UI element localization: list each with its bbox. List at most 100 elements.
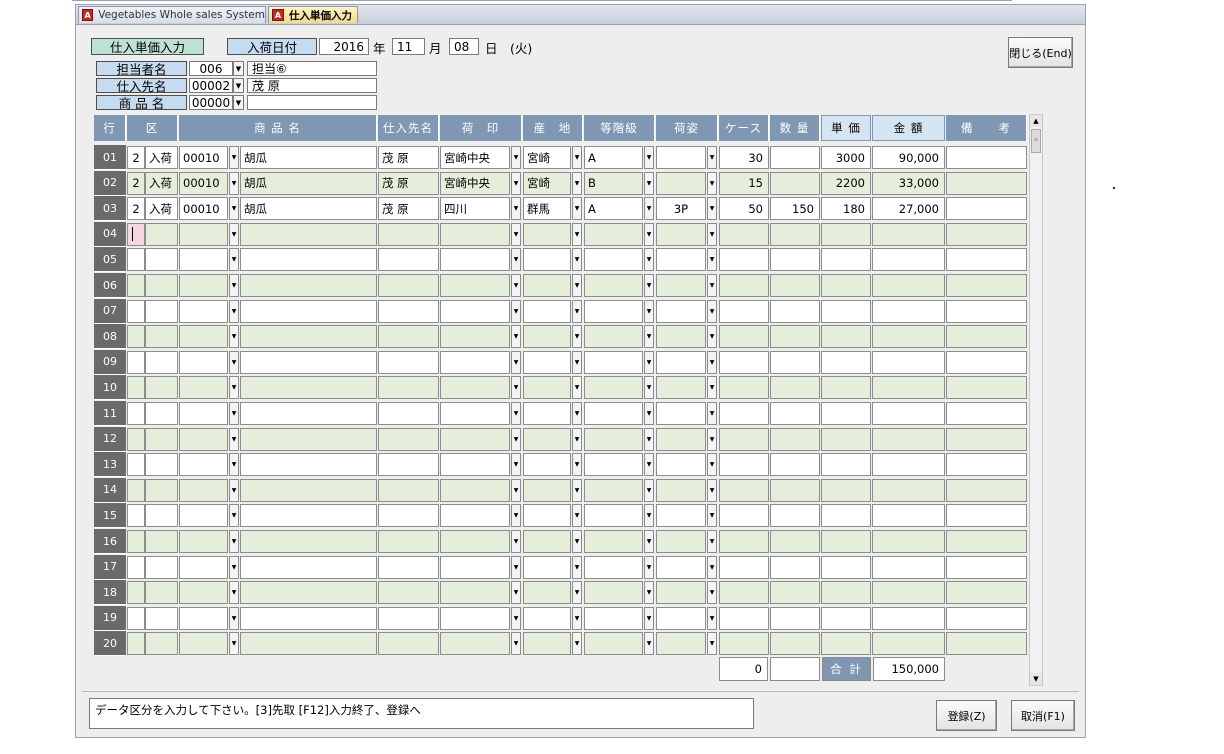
chevron-down-icon[interactable]: ▼ <box>511 504 521 528</box>
origin-cell[interactable] <box>523 504 571 528</box>
product-name-cell[interactable] <box>240 402 377 425</box>
cases-cell[interactable] <box>719 478 769 502</box>
grade-cell[interactable] <box>584 248 643 272</box>
chevron-down-icon[interactable]: ▼ <box>511 402 521 425</box>
supplier-code-field[interactable]: 00002 <box>189 78 233 93</box>
chevron-down-icon[interactable]: ▼ <box>233 78 244 93</box>
chevron-down-icon[interactable]: ▼ <box>644 222 654 246</box>
origin-cell[interactable] <box>523 299 571 323</box>
mark-cell[interactable]: 四川 <box>440 197 510 221</box>
chevron-down-icon[interactable]: ▼ <box>644 325 654 349</box>
product-name-cell[interactable] <box>240 453 377 477</box>
cases-cell[interactable] <box>719 222 769 246</box>
kubun-cell[interactable] <box>127 530 145 553</box>
product-code-cell[interactable] <box>179 248 228 272</box>
quantity-cell[interactable] <box>770 581 820 605</box>
unit-price-cell[interactable] <box>821 222 871 246</box>
amount-cell[interactable] <box>872 325 945 349</box>
grade-cell[interactable] <box>584 376 643 400</box>
type-cell[interactable] <box>145 274 178 297</box>
kubun-cell[interactable] <box>127 478 145 502</box>
grade-cell[interactable]: B <box>584 171 643 195</box>
quantity-cell[interactable] <box>770 274 820 297</box>
grade-cell[interactable]: A <box>584 197 643 221</box>
product-name-cell[interactable] <box>240 555 377 579</box>
grade-cell[interactable] <box>584 274 643 297</box>
origin-cell[interactable] <box>523 478 571 502</box>
origin-cell[interactable] <box>523 350 571 374</box>
quantity-cell[interactable] <box>770 504 820 528</box>
product-code-cell[interactable] <box>179 350 228 374</box>
product-name-cell[interactable] <box>240 222 377 246</box>
chevron-down-icon[interactable]: ▼ <box>511 478 521 502</box>
product-code-cell[interactable]: 00010 <box>179 146 228 169</box>
origin-cell[interactable] <box>523 453 571 477</box>
chevron-down-icon[interactable]: ▼ <box>644 197 654 221</box>
chevron-down-icon[interactable]: ▼ <box>229 453 239 477</box>
chevron-down-icon[interactable]: ▼ <box>572 581 582 605</box>
month-field[interactable]: 11 <box>392 38 425 55</box>
chevron-down-icon[interactable]: ▼ <box>572 350 582 374</box>
chevron-down-icon[interactable]: ▼ <box>572 632 582 656</box>
quantity-cell[interactable] <box>770 248 820 272</box>
type-cell[interactable] <box>145 555 178 579</box>
chevron-down-icon[interactable]: ▼ <box>572 146 582 169</box>
day-field[interactable]: 08 <box>449 38 479 55</box>
unit-price-cell[interactable] <box>821 504 871 528</box>
chevron-down-icon[interactable]: ▼ <box>707 606 717 630</box>
product-name-cell[interactable] <box>240 376 377 400</box>
type-cell[interactable] <box>145 632 178 656</box>
chevron-down-icon[interactable]: ▼ <box>511 530 521 553</box>
chevron-down-icon[interactable]: ▼ <box>511 427 521 451</box>
chevron-down-icon[interactable]: ▼ <box>229 248 239 272</box>
product-name-cell[interactable]: 胡瓜 <box>240 146 377 169</box>
note-cell[interactable] <box>946 376 1027 400</box>
quantity-cell[interactable] <box>770 299 820 323</box>
chevron-down-icon[interactable]: ▼ <box>572 248 582 272</box>
chevron-down-icon[interactable]: ▼ <box>511 606 521 630</box>
cancel-button[interactable]: 取消(F1) <box>1011 700 1075 731</box>
chevron-down-icon[interactable]: ▼ <box>572 606 582 630</box>
kubun-cell[interactable]: 2 <box>127 171 145 195</box>
mark-cell[interactable] <box>440 606 510 630</box>
kubun-cell[interactable] <box>127 402 145 425</box>
note-cell[interactable] <box>946 146 1027 169</box>
product-name-cell[interactable] <box>240 274 377 297</box>
cases-cell[interactable]: 50 <box>719 197 769 221</box>
note-cell[interactable] <box>946 171 1027 195</box>
amount-cell[interactable] <box>872 222 945 246</box>
chevron-down-icon[interactable]: ▼ <box>229 171 239 195</box>
note-cell[interactable] <box>946 555 1027 579</box>
origin-cell[interactable] <box>523 402 571 425</box>
scroll-up-icon[interactable]: ▲ <box>1030 115 1042 127</box>
scroll-down-icon[interactable]: ▼ <box>1030 673 1042 685</box>
grade-cell[interactable]: A <box>584 146 643 169</box>
mark-cell[interactable] <box>440 274 510 297</box>
mark-cell[interactable] <box>440 530 510 553</box>
note-cell[interactable] <box>946 299 1027 323</box>
chevron-down-icon[interactable]: ▼ <box>572 376 582 400</box>
quantity-cell[interactable]: 150 <box>770 197 820 221</box>
note-cell[interactable] <box>946 632 1027 656</box>
chevron-down-icon[interactable]: ▼ <box>572 555 582 579</box>
mark-cell[interactable] <box>440 504 510 528</box>
unit-price-cell[interactable] <box>821 530 871 553</box>
chevron-down-icon[interactable]: ▼ <box>229 606 239 630</box>
unit-price-cell[interactable]: 180 <box>821 197 871 221</box>
type-cell[interactable] <box>145 402 178 425</box>
chevron-down-icon[interactable]: ▼ <box>707 478 717 502</box>
cases-cell[interactable] <box>719 530 769 553</box>
origin-cell[interactable] <box>523 581 571 605</box>
quantity-cell[interactable] <box>770 146 820 169</box>
vertical-scrollbar[interactable]: ▲ ≡ ▼ <box>1029 114 1043 686</box>
tab-vegetables-system[interactable]: A Vegetables Whole sales System <box>78 6 266 23</box>
pack-cell[interactable] <box>656 453 706 477</box>
chevron-down-icon[interactable]: ▼ <box>511 274 521 297</box>
product-name-cell[interactable] <box>240 606 377 630</box>
supplier-cell[interactable] <box>378 478 439 502</box>
supplier-cell[interactable] <box>378 453 439 477</box>
grade-cell[interactable] <box>584 222 643 246</box>
chevron-down-icon[interactable]: ▼ <box>511 325 521 349</box>
product-name-cell[interactable] <box>240 478 377 502</box>
origin-cell[interactable] <box>523 376 571 400</box>
